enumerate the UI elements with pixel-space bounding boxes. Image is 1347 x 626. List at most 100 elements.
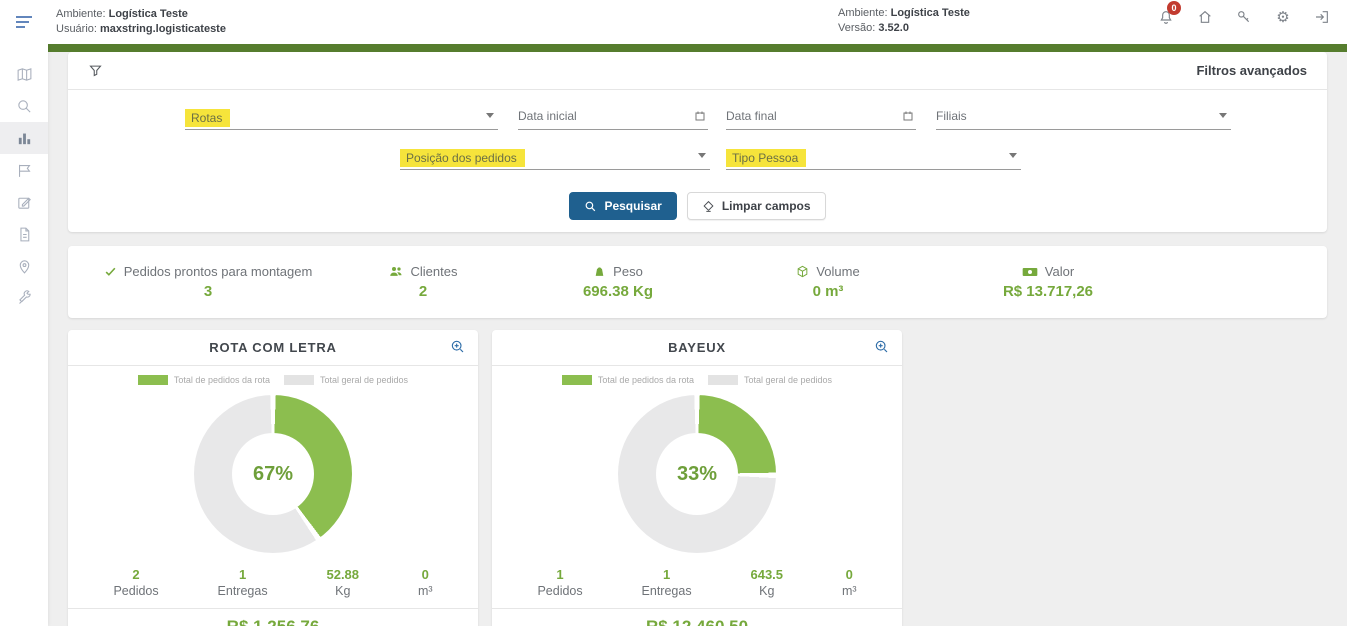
stat-value: 1 [239,567,246,582]
summary-clientes: Clientes 2 [338,264,508,300]
header-actions: 0 ⚙ [1153,0,1335,44]
versao-label: Versão: [838,22,875,34]
top-header: Ambiente: Logística Teste Usuário: maxst… [0,0,1347,44]
flag-icon [16,162,33,179]
sidebar-item-tools[interactable] [0,282,48,314]
zoom-in-icon[interactable] [450,339,466,355]
ambiente-label: Ambiente: [56,8,106,20]
bar-chart-icon [16,130,33,147]
chart-stats: 2Pedidos 1Entregas 52.88Kg 0m³ [68,553,478,609]
summary-value: 696.38 Kg [583,283,653,300]
sidebar-item-map[interactable] [0,58,48,90]
main-content: Filtros avançados Rotas Data inicial [48,52,1347,626]
sidebar-item-reports[interactable] [0,218,48,250]
filters-card: Filtros avançados Rotas Data inicial [68,52,1327,232]
summary-label: Pedidos prontos para montagem [124,264,313,279]
stat-label: Pedidos [113,584,158,598]
stat-value: 1 [663,567,670,582]
app-window: Ambiente: Logística Teste Usuário: maxst… [0,0,1347,626]
summary-value: 2 [419,283,427,300]
chart-stats: 1Pedidos 1Entregas 643.5Kg 0m³ [492,553,902,609]
document-icon [16,226,33,243]
stat-value: 643.5 [750,567,783,582]
tipo-pessoa-label: Tipo Pessoa [726,149,806,167]
chart-total-value: R$ 12.460,50 [492,609,902,626]
summary-volume: Volume 0 m³ [728,264,928,300]
summary-label: Volume [816,264,859,279]
hamburger-menu-icon[interactable] [0,14,48,30]
posicao-pedidos-label: Posição dos pedidos [400,149,525,167]
data-inicial-field[interactable]: Data inicial [518,106,708,130]
cube-icon [796,265,809,278]
home-icon[interactable] [1192,4,1218,30]
stat-label: m³ [418,584,433,598]
summary-label: Clientes [411,264,458,279]
stat-label: Kg [335,584,350,598]
rotas-label: Rotas [185,109,230,127]
limpar-campos-button[interactable]: Limpar campos [687,192,826,220]
logout-exit-icon[interactable] [1309,4,1335,30]
calendar-icon [694,110,706,122]
notifications-bell-icon[interactable]: 0 [1153,4,1179,30]
legend-swatch-gray [284,375,314,385]
notification-badge: 0 [1167,1,1181,15]
sidebar-item-locations[interactable] [0,250,48,282]
legend-label: Total geral de pedidos [744,375,832,385]
chart-title: BAYEUX [668,340,726,355]
versao-value: 3.52.0 [878,22,909,34]
weight-icon [593,265,606,278]
eraser-icon [702,200,715,213]
summary-valor: Valor R$ 13.717,26 [928,264,1168,300]
environment-version-info: Ambiente: Logística Teste Versão: 3.52.0 [838,7,970,35]
summary-value: R$ 13.717,26 [1003,283,1093,300]
sidebar-item-edit[interactable] [0,186,48,218]
donut-percent: 33% [677,463,717,486]
tipo-pessoa-select[interactable]: Tipo Pessoa [726,146,1021,170]
summary-card: Pedidos prontos para montagem 3 Clientes… [68,246,1327,318]
filiais-select[interactable]: Filiais [936,106,1231,130]
chevron-down-icon [698,153,706,158]
edit-icon [16,194,33,211]
legend-swatch-green [562,375,592,385]
sidebar-item-routes[interactable] [0,154,48,186]
advanced-filters-link[interactable]: Filtros avançados [1196,63,1307,78]
data-final-field[interactable]: Data final [726,106,916,130]
zoom-in-icon[interactable] [874,339,890,355]
route-charts-row: ROTA COM LETRA Total de pedidos da rota … [68,330,1327,626]
sidebar-item-search[interactable] [0,90,48,122]
legend-label: Total geral de pedidos [320,375,408,385]
stat-value: 0 [422,567,429,582]
legend-swatch-green [138,375,168,385]
posicao-pedidos-select[interactable]: Posição dos pedidos [400,146,710,170]
chevron-down-icon [1009,153,1017,158]
stat-label: Kg [759,584,774,598]
chart-legend: Total de pedidos da rota Total geral de … [68,375,478,385]
chevron-down-icon [486,113,494,118]
legend-label: Total de pedidos da rota [598,375,694,385]
pesquisar-button[interactable]: Pesquisar [569,192,676,220]
money-icon [1022,266,1038,278]
chart-total-value: R$ 1.256,76 [68,609,478,626]
ambiente-label-center: Ambiente: [838,7,888,19]
sidebar-item-dashboard[interactable] [0,122,48,154]
tools-icon [16,290,33,307]
key-icon[interactable] [1231,4,1257,30]
calendar-icon [902,110,914,122]
stat-label: m³ [842,584,857,598]
stat-value: 52.88 [326,567,359,582]
data-final-label: Data final [726,109,777,126]
chart-title: ROTA COM LETRA [209,340,336,355]
summary-pedidos-prontos: Pedidos prontos para montagem 3 [78,264,338,300]
filter-funnel-icon[interactable] [88,63,103,78]
settings-gear-icon[interactable]: ⚙ [1270,4,1296,30]
route-chart-card: ROTA COM LETRA Total de pedidos da rota … [68,330,478,626]
rotas-select[interactable]: Rotas [185,106,498,130]
summary-value: 0 m³ [813,283,844,300]
map-icon [16,66,33,83]
route-chart-card: BAYEUX Total de pedidos da rota Total ge… [492,330,902,626]
usuario-label: Usuário: [56,23,97,35]
pesquisar-label: Pesquisar [604,199,661,213]
filters-body: Rotas Data inicial Data final [68,90,1327,232]
left-sidebar [0,44,48,626]
map-pin-icon [16,258,33,275]
